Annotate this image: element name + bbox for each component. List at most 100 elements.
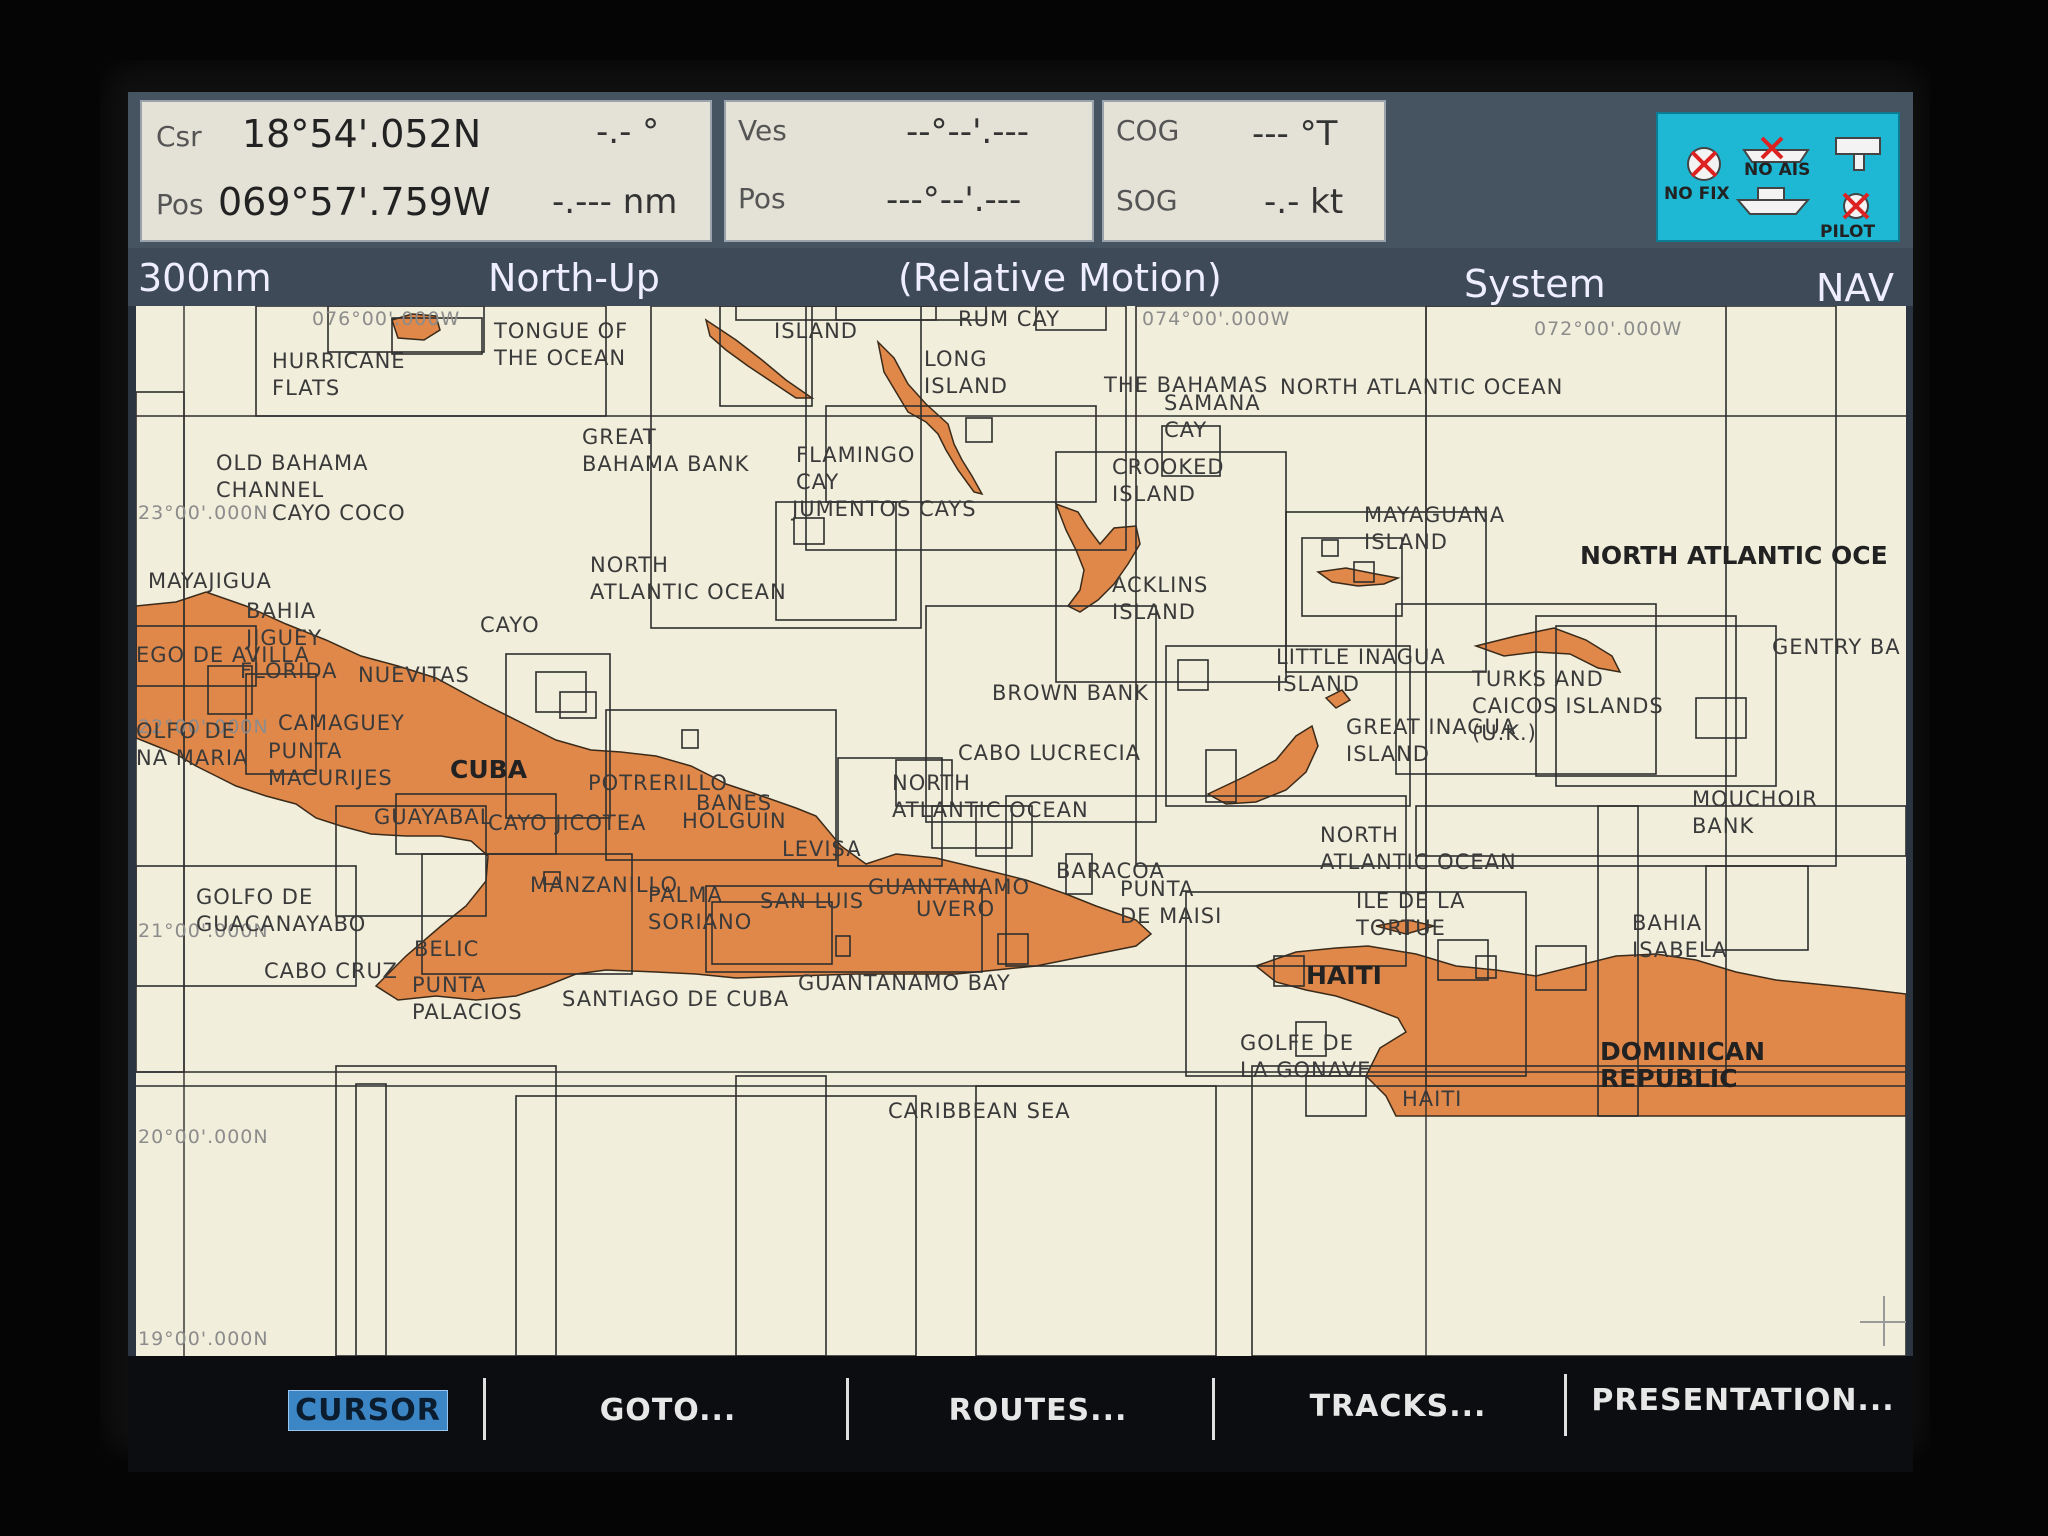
system-readout: System	[1464, 262, 1606, 306]
label-acklins-island: ACKLINS ISLAND	[1112, 573, 1209, 624]
softkey-separator	[1564, 1374, 1567, 1436]
csr-label: Csr	[156, 120, 202, 153]
label-cayo-coco: CAYO COCO	[272, 501, 406, 525]
label-punta-de-maisi: PUNTA DE MAISI	[1120, 877, 1223, 928]
satellite-icon	[1835, 137, 1881, 171]
lon-076-label: 076°00'.000W	[312, 308, 461, 330]
softkey-separator	[846, 1378, 849, 1440]
label-cuba: CUBA	[450, 755, 528, 784]
chart-header-bar: 300nm North-Up (Relative Motion) System …	[128, 248, 1913, 310]
label-guayabal: GUAYABAL	[374, 805, 493, 829]
label-hurricane-flats: HURRICANE FLATS	[272, 349, 406, 400]
label-dominican-republic: DOMINICAN REPUBLIC	[1600, 1037, 1766, 1093]
lon-074-label: 074°00'.000W	[1142, 308, 1291, 330]
label-little-inagua: LITTLE INAGUA ISLAND	[1276, 645, 1446, 696]
label-belic: BELIC	[414, 937, 480, 961]
nautical-chart[interactable]: 076°00'.000W 074°00'.000W 072°00'.000W 2…	[136, 306, 1906, 1356]
sog-label: SOG	[1116, 184, 1178, 217]
cursor-position-box: Csr 18°54'.052N -.- ° Pos 069°57'.759W -…	[140, 100, 712, 242]
label-jumentos-cays: JUMENTOS CAYS	[792, 497, 977, 521]
softkey-bar: CURSOR GOTO... ROUTES... TRACKS... PRESE…	[128, 1356, 1913, 1472]
mayaguana-island	[1316, 567, 1401, 587]
ves-latitude: --°--'.---	[906, 112, 1030, 152]
label-mayajigua: MAYAJIGUA	[148, 569, 272, 593]
label-bahia-isabela: BAHIA ISABELA	[1632, 911, 1728, 962]
tracks-softkey[interactable]: TRACKS...	[1228, 1382, 1568, 1432]
label-punta-macurijes: PUNTA MACURIJES	[268, 739, 393, 790]
label-north-atlantic-lower: NORTH ATLANTIC OCEAN	[892, 771, 1089, 822]
label-holguin: HOLGUIN	[682, 809, 787, 833]
label-golfo-de-guacanayabo: GOLFO DE GUACANAYABO	[196, 885, 367, 936]
nav-mode-readout: NAV	[1816, 266, 1894, 310]
goto-softkey[interactable]: GOTO...	[508, 1386, 828, 1436]
ves-pos-label: Pos	[738, 182, 786, 215]
cursor-crosshair-icon	[1860, 1296, 1906, 1346]
label-crooked-island: CROOKED ISLAND	[1112, 455, 1225, 506]
label-mayaguana-island: MAYAGUANA ISLAND	[1364, 503, 1506, 554]
label-mouchoir-bank: MOUCHOIR BANK	[1692, 787, 1818, 838]
great-inagua-island	[1206, 724, 1319, 805]
label-santiago-de-cuba: SANTIAGO DE CUBA	[562, 987, 790, 1011]
ais-icon	[1742, 136, 1810, 163]
label-ile-de-la-tortue: ILE DE LA TORTUE	[1356, 889, 1466, 940]
label-brown-bank: BROWN BANK	[992, 681, 1149, 705]
label-golfe-de-la-gonave: GOLFE DE LA GONAVE	[1240, 1031, 1372, 1082]
label-punta-palacios: PUNTA PALACIOS	[412, 973, 523, 1024]
label-north-atlantic-oce: NORTH ATLANTIC OCE	[1580, 541, 1888, 570]
lon-072-label: 072°00'.000W	[1534, 318, 1683, 340]
label-cabo-cruz: CABO CRUZ	[264, 959, 398, 983]
label-haiti-small: HAITI	[1402, 1087, 1463, 1111]
label-flamingo-cay: FLAMINGO CAY	[796, 443, 916, 494]
label-san-luis: SAN LUIS	[760, 889, 865, 913]
label-long-island: LONG ISLAND	[924, 347, 1008, 398]
pos-label: Pos	[156, 188, 204, 221]
orientation-readout[interactable]: North-Up	[488, 256, 660, 300]
label-gentry-ba: GENTRY BA	[1772, 635, 1901, 659]
lat-20-label: 20°00'.000N	[138, 1126, 269, 1148]
pos-range: -.--- nm	[552, 182, 678, 222]
lat-19-label: 19°00'.000N	[138, 1328, 269, 1350]
softkey-separator	[483, 1378, 486, 1440]
label-cayo: CAYO	[480, 613, 540, 637]
cursor-softkey[interactable]: CURSOR	[248, 1386, 488, 1436]
label-florida: FLORIDA	[240, 659, 338, 683]
label-great-bahama-bank: GREAT BAHAMA BANK	[582, 425, 750, 476]
label-old-bahama-channel: OLD BAHAMA CHANNEL	[216, 451, 369, 502]
routes-softkey[interactable]: ROUTES...	[868, 1386, 1208, 1436]
no-fix-label: NO FIX	[1664, 184, 1730, 204]
label-levisa: LEVISA	[782, 837, 862, 861]
label-north-atlantic-haiti: NORTH ATLANTIC OCEAN	[1320, 823, 1517, 874]
cog-label: COG	[1116, 114, 1180, 147]
label-great-inagua: GREAT INAGUA ISLAND	[1346, 715, 1517, 766]
chart-graphics	[136, 306, 1906, 1356]
label-north-atlantic-top: NORTH ATLANTIC OCEAN	[1280, 375, 1564, 399]
cursor-softkey-label: CURSOR	[288, 1390, 448, 1431]
label-nuevitas: NUEVITAS	[358, 663, 470, 687]
no-ais-label: NO AIS	[1744, 160, 1811, 180]
label-haiti: HAITI	[1306, 961, 1382, 990]
status-icons-panel[interactable]: NO FIX NO AIS PILOT	[1656, 112, 1900, 242]
label-cayo-jicotea: CAYO JICOTEA	[488, 811, 647, 835]
label-guantanamo-bay: GUANTANAMO BAY	[798, 971, 1011, 995]
motion-mode-readout[interactable]: (Relative Motion)	[898, 256, 1222, 300]
label-camaguey: CAMAGUEY	[278, 711, 405, 735]
label-golfo-ana-maria: OLFO DE NA MARIA	[136, 719, 249, 770]
pos-longitude: 069°57'.759W	[218, 180, 491, 224]
label-rum-cay: RUM CAY	[958, 307, 1060, 331]
vessel-position-box: Ves --°--'.--- Pos ---°--'.---	[724, 100, 1094, 242]
label-tongue-of-ocean: TONGUE OF THE OCEAN	[494, 319, 629, 370]
csr-latitude: 18°54'.052N	[242, 112, 482, 156]
chartplotter-screen: Csr 18°54'.052N -.- ° Pos 069°57'.759W -…	[128, 92, 1913, 1472]
label-uvero: UVERO	[916, 897, 996, 921]
no-fix-icon	[1687, 147, 1721, 181]
range-readout[interactable]: 300nm	[138, 256, 272, 300]
pilot-icon	[1842, 192, 1870, 220]
ves-longitude: ---°--'.---	[886, 180, 1022, 220]
csr-bearing: -.- °	[596, 112, 660, 152]
cog-value: --- °T	[1252, 114, 1338, 154]
ves-label: Ves	[738, 114, 787, 147]
presentation-softkey[interactable]: PRESENTATION...	[1578, 1376, 1908, 1426]
softkey-separator	[1212, 1378, 1215, 1440]
pilot-label: PILOT	[1820, 222, 1876, 242]
label-palma-soriano: PALMA SORIANO	[648, 883, 753, 934]
